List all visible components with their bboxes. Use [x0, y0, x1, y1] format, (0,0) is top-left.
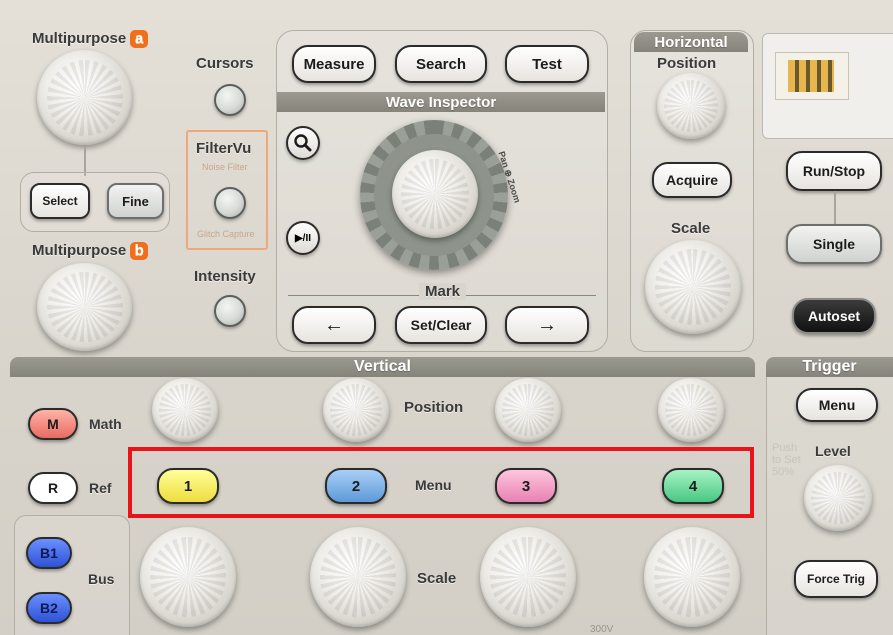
multipurpose-b-knob[interactable]	[37, 263, 132, 351]
vertical-title: Vertical	[354, 358, 411, 375]
zoom-button[interactable]	[286, 126, 320, 160]
cursors-label: Cursors	[196, 55, 254, 72]
trigger-title: Trigger	[802, 358, 857, 375]
multipurpose-a-label: Multipurpose a	[32, 30, 149, 49]
horizontal-position-knob[interactable]	[657, 73, 725, 139]
ch1-position-knob[interactable]	[152, 378, 218, 442]
trigger-menu-button[interactable]: Menu	[796, 388, 878, 422]
wave-inspector-band: Wave Inspector	[277, 92, 605, 112]
autoset-button[interactable]: Autoset	[792, 298, 876, 334]
horizontal-band: Horizontal	[634, 32, 748, 52]
push-to-set-label: Push to Set 50%	[772, 442, 801, 478]
measure-button[interactable]: Measure	[292, 45, 376, 83]
ch4-position-knob[interactable]	[658, 378, 724, 442]
trigger-band: Trigger	[766, 357, 893, 377]
select-button[interactable]: Select	[30, 183, 90, 219]
noise-filter-label: Noise Filter	[202, 162, 248, 172]
run-connector	[834, 191, 836, 225]
play-pause-button[interactable]: ▶/II	[286, 221, 320, 255]
b2-button[interactable]: B2	[26, 592, 72, 624]
oscilloscope-front-panel: Multipurpose a Select Fine Multipurpose b …	[0, 0, 893, 635]
fine-button[interactable]: Fine	[107, 183, 164, 219]
mark-label: Mark	[419, 283, 467, 300]
display-window	[775, 52, 849, 100]
display-led-block	[788, 60, 834, 92]
vertical-scale-label: Scale	[417, 570, 457, 587]
intensity-label: Intensity	[194, 268, 256, 285]
acquire-button[interactable]: Acquire	[652, 162, 732, 198]
horizontal-title: Horizontal	[654, 33, 728, 51]
magnifier-icon	[294, 134, 312, 152]
math-label: Math	[89, 416, 122, 432]
horizontal-position-label: Position	[657, 55, 717, 72]
filtervu-label: FilterVu	[196, 140, 252, 157]
zoom-knob[interactable]	[392, 150, 478, 238]
horizontal-scale-label: Scale	[671, 220, 711, 237]
next-mark-button[interactable]: →	[505, 306, 589, 344]
multipurpose-a-text: Multipurpose	[32, 30, 127, 47]
force-trig-button[interactable]: Force Trig	[794, 560, 878, 598]
ch3-scale-knob[interactable]	[480, 527, 576, 627]
test-button[interactable]: Test	[505, 45, 589, 83]
glitch-capture-label: Glitch Capture	[197, 229, 255, 239]
intensity-button[interactable]	[214, 295, 246, 327]
math-button[interactable]: M	[28, 408, 78, 440]
b1-button[interactable]: B1	[26, 537, 72, 569]
multipurpose-b-text: Multipurpose	[32, 242, 127, 259]
horizontal-scale-knob[interactable]	[645, 240, 741, 334]
bottom-rating-text: 300V	[590, 624, 614, 635]
multipurpose-b-label: Multipurpose b	[32, 242, 149, 261]
search-button[interactable]: Search	[395, 45, 487, 83]
ref-label: Ref	[89, 480, 112, 496]
set-clear-button[interactable]: Set/Clear	[395, 306, 487, 344]
trigger-level-label: Level	[815, 443, 851, 459]
filtervu-button[interactable]	[214, 187, 246, 219]
bus-label: Bus	[88, 571, 115, 587]
channel-menu-highlight-box	[128, 447, 754, 518]
ch4-scale-knob[interactable]	[644, 527, 740, 627]
ch2-scale-knob[interactable]	[310, 527, 406, 627]
run-stop-button[interactable]: Run/Stop	[786, 151, 882, 191]
vertical-position-label: Position	[404, 399, 464, 416]
ch1-scale-knob[interactable]	[140, 527, 236, 627]
wave-inspector-title: Wave Inspector	[385, 93, 497, 111]
previous-mark-button[interactable]: ←	[292, 306, 376, 344]
trigger-level-knob[interactable]	[804, 465, 872, 531]
multipurpose-b-badge: b	[130, 242, 149, 261]
multipurpose-a-badge: a	[130, 30, 149, 49]
ch3-position-knob[interactable]	[495, 378, 561, 442]
vertical-band: Vertical	[10, 357, 755, 377]
ref-button[interactable]: R	[28, 472, 78, 504]
ch2-position-knob[interactable]	[323, 378, 389, 442]
multipurpose-a-knob[interactable]	[37, 50, 132, 145]
cursors-button[interactable]	[214, 84, 246, 116]
single-button[interactable]: Single	[786, 224, 882, 264]
